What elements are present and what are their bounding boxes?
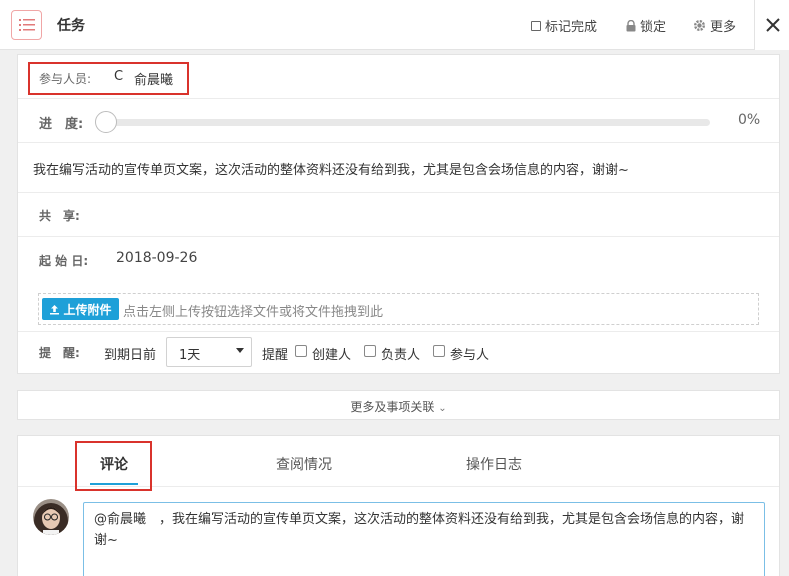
share-label: 共 享: (39, 209, 80, 223)
more-relations-link[interactable]: 更多及事项关联 ⌄ (18, 398, 779, 415)
remind-owner-label: 负责人 (381, 348, 421, 363)
remind-before-label: 到期日前 (104, 348, 157, 363)
mark-complete-button[interactable]: 标记完成 (531, 16, 597, 35)
participant-name[interactable]: 俞晨曦 (134, 69, 173, 88)
more-relations-bar[interactable]: 更多及事项关联 ⌄ (17, 390, 780, 420)
upload-dropzone[interactable]: 上传附件 点击左侧上传按钮选择文件或将文件拖拽到此 (38, 293, 759, 325)
remind-days-value: 1天 (179, 348, 201, 363)
participants-label: 参与人员: (39, 72, 92, 86)
start-date-value[interactable]: 2018-09-26 (116, 250, 197, 266)
divider (18, 331, 779, 332)
remind-owner-checkbox[interactable] (364, 345, 376, 357)
list-icon (19, 19, 35, 31)
comment-text: @俞晨曦 ，我在编写活动的宣传单页文案，这次活动的整体资料还没有给到我，尤其是包… (94, 512, 745, 548)
page-title: 任务 (57, 18, 85, 34)
start-date-label: 起 始 日: (39, 254, 89, 268)
upload-hint: 点击左侧上传按钮选择文件或将文件拖拽到此 (123, 305, 384, 320)
start-date-row: 起 始 日: 2018-09-26 (18, 237, 779, 281)
activity-card: 评论 查阅情况 操作日志 @俞晨曦 ，我在编写活动的宣传单页文案，这次活动的整体… (17, 435, 780, 576)
participant-avatar[interactable]: C (114, 69, 123, 84)
upload-attachment-button[interactable]: 上传附件 (42, 298, 119, 320)
upload-icon (50, 304, 60, 314)
progress-track[interactable] (106, 119, 710, 126)
avatar (33, 499, 69, 535)
description-row: 我在编写活动的宣传单页文案，这次活动的整体资料还没有给到我，尤其是包含会场信息的… (18, 143, 779, 193)
chevron-down-icon: ⌄ (438, 403, 447, 414)
progress-label: 进 度: (39, 117, 84, 132)
progress-value: 0% (738, 112, 761, 128)
remind-word: 提醒 (262, 348, 289, 363)
remind-days-select[interactable]: 1天 (166, 337, 252, 367)
task-description[interactable]: 我在编写活动的宣传单页文案，这次活动的整体资料还没有给到我，尤其是包含会场信息的… (33, 159, 629, 178)
remind-creator-label: 创建人 (312, 348, 352, 363)
share-row: 共 享: (18, 193, 779, 237)
close-button[interactable] (754, 0, 789, 50)
dropdown-arrow-icon (236, 348, 244, 353)
participants-row: 参与人员: C 俞晨曦 (18, 55, 779, 99)
remind-participant-label: 参与人 (450, 348, 490, 363)
mark-complete-label: 标记完成 (545, 20, 598, 35)
upload-button-label: 上传附件 (63, 302, 112, 317)
task-detail-card: 参与人员: C 俞晨曦 进 度: 0% 我在编写活动的宣传单页文案，这次活动的整… (17, 54, 780, 374)
more-relations-label: 更多及事项关联 (350, 400, 435, 414)
remind-participant-checkbox[interactable] (433, 345, 445, 357)
progress-slider-handle[interactable] (95, 111, 117, 133)
more-label: 更多 (710, 20, 737, 35)
lock-label: 锁定 (640, 20, 667, 35)
tab-operation-log[interactable]: 操作日志 (466, 454, 522, 474)
checkbox-icon (531, 20, 541, 31)
top-bar: 任务 标记完成 锁定 更多 (0, 0, 789, 50)
close-icon (766, 18, 780, 32)
tab-read-status[interactable]: 查阅情况 (276, 454, 332, 474)
gear-icon (693, 19, 706, 32)
lock-icon (626, 19, 636, 31)
comment-input[interactable]: @俞晨曦 ，我在编写活动的宣传单页文案，这次活动的整体资料还没有给到我，尤其是包… (83, 502, 765, 576)
active-tab-indicator (90, 483, 138, 485)
more-button[interactable]: 更多 (693, 16, 736, 35)
remind-label: 提 醒: (39, 346, 80, 360)
menu-button[interactable] (11, 10, 42, 40)
lock-button[interactable]: 锁定 (626, 16, 666, 35)
remind-creator-checkbox[interactable] (295, 345, 307, 357)
tab-comments[interactable]: 评论 (100, 454, 128, 474)
